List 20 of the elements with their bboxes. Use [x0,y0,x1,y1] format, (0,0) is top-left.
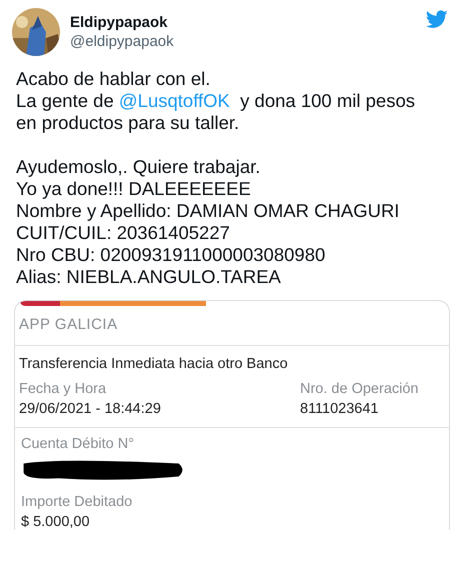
tweet-text: Nombre y Apellido: DAMIAN OMAR CHAGURI [16,200,400,222]
field-value: 29/06/2021 - 18:44:29 [19,401,161,417]
field-value: 8111023641 [300,401,378,417]
tweet-text: CUIT/CUIL: 20361405227 [16,222,230,244]
tweet-text: Yo ya done!!! DALEEEEEEE [16,178,251,200]
field-label: Fecha y Hora [19,381,106,397]
author-handle[interactable]: @eldipypapaok [70,33,174,50]
app-title: APP GALICIA [18,315,118,335]
tweet-text: Acabo de hablar con el. [16,68,210,90]
bird-icon[interactable] [426,10,448,29]
tweet-text: La gente de @LusqtoffOK y dona 100 mil pesos en productos para su taller. [16,90,415,134]
tweet-text: Nro CBU: 0200931911000003080980 [16,244,326,266]
field-value: $ 5.000,00 [21,514,90,530]
tweet-text: Ayudemoslo,. Quiere trabajar. [16,156,260,178]
tweet-text: Alias: NIEBLA.ANGULO.TAREA [16,266,281,288]
author-name[interactable]: Eldipypapaok [70,14,168,31]
field-label: Importe Debitado [21,494,132,510]
operation-type: Transferencia Inmediata hacia otro Banco [19,356,289,372]
field-label: Cuenta Débito N° [21,436,134,452]
field-label: Nro. de Operación [300,381,418,397]
